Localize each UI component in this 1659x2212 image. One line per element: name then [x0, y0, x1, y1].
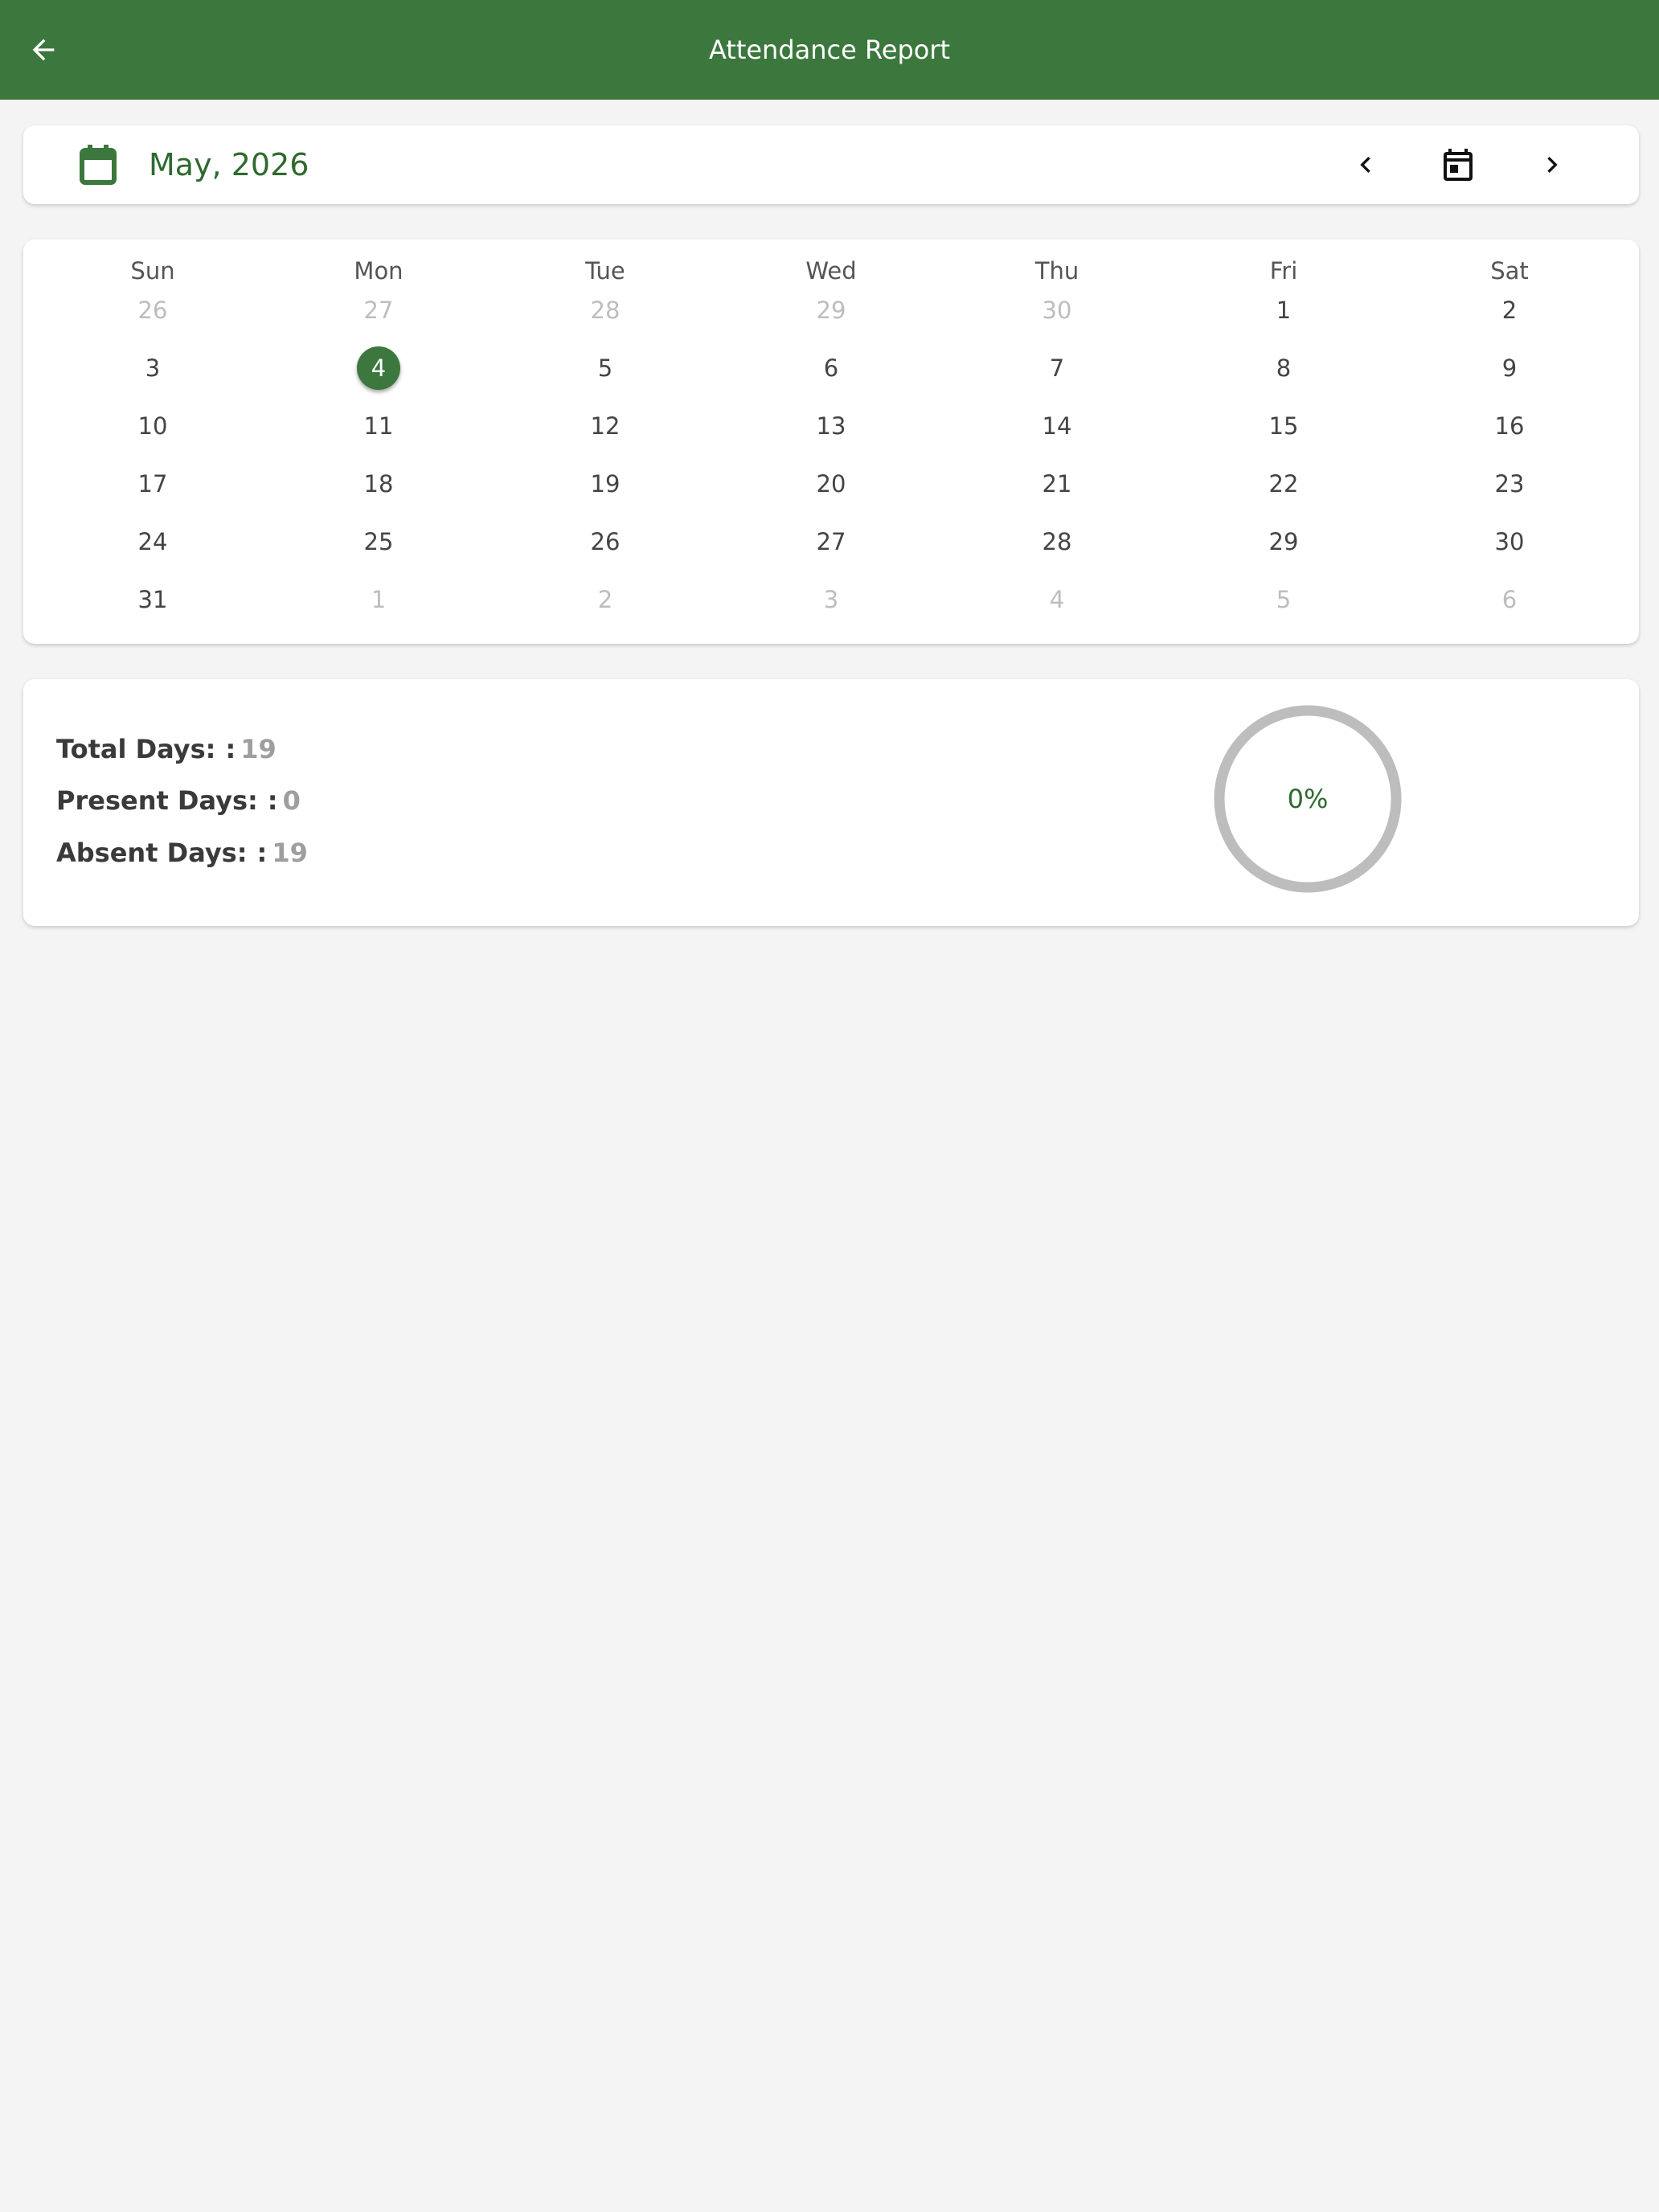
- attendance-summary: Total Days::19 Present Days::0 Absent Da…: [23, 679, 1639, 926]
- calendar-day[interactable]: 22: [1262, 462, 1305, 506]
- progress-percent: 0%: [1288, 784, 1329, 814]
- calendar-day[interactable]: 15: [1262, 404, 1305, 448]
- calendar-day[interactable]: 30: [1035, 289, 1079, 332]
- calendar-day[interactable]: 1: [357, 578, 400, 621]
- calendar-day[interactable]: 4: [1035, 578, 1079, 621]
- arrow-left-icon: [32, 39, 55, 61]
- absent-days-label: Absent Days:: [56, 838, 248, 868]
- calendar-day[interactable]: 21: [1035, 462, 1079, 506]
- weekday-header: Fri: [1269, 257, 1298, 285]
- next-month-button[interactable]: [1528, 141, 1576, 189]
- calendar-day[interactable]: 13: [809, 404, 853, 448]
- calendar-day[interactable]: 10: [131, 404, 174, 448]
- weekday-header: Thu: [1034, 257, 1079, 285]
- calendar-day[interactable]: 3: [809, 578, 853, 621]
- calendar-day[interactable]: 27: [357, 289, 400, 332]
- calendar-day[interactable]: 3: [131, 346, 174, 390]
- present-days-value: 0: [282, 785, 301, 816]
- calendar-day[interactable]: 2: [584, 578, 627, 621]
- back-button[interactable]: [18, 24, 69, 76]
- calendar-day[interactable]: 6: [1488, 578, 1531, 621]
- total-days-value: 19: [240, 734, 276, 764]
- calendar-day[interactable]: 12: [584, 404, 627, 448]
- previous-month-button[interactable]: [1342, 141, 1390, 189]
- calendar-day[interactable]: 28: [584, 289, 627, 332]
- page-title: Attendance Report: [708, 35, 951, 65]
- present-days-separator: :: [267, 785, 278, 816]
- weekday-header: Tue: [585, 257, 625, 285]
- calendar-day[interactable]: 17: [131, 462, 174, 506]
- calendar-icon[interactable]: [80, 145, 117, 185]
- app-bar: Attendance Report: [0, 0, 1659, 100]
- calendar-day[interactable]: 20: [809, 462, 853, 506]
- weekday-header: Sat: [1490, 257, 1529, 285]
- calendar-day[interactable]: 7: [1035, 346, 1079, 390]
- calendar-day[interactable]: 29: [809, 289, 853, 332]
- calendar-day[interactable]: 8: [1262, 346, 1305, 390]
- calendar-day[interactable]: 24: [131, 520, 174, 563]
- calendar-day[interactable]: 5: [1262, 578, 1305, 621]
- calendar-day[interactable]: 26: [584, 520, 627, 563]
- present-days-row: Present Days::0: [56, 785, 301, 816]
- absent-days-separator: :: [256, 838, 268, 868]
- weekday-header: Sun: [130, 257, 175, 285]
- month-selector: May, 2026: [23, 125, 1639, 204]
- calendar-day[interactable]: 30: [1488, 520, 1531, 563]
- calendar-grid: Sun Mon Tue Wed Thu Fri Sat 26 27 28 29 30 1 2 3 4 5 6 7 8 9…: [23, 240, 1639, 644]
- calendar-day[interactable]: 2: [1488, 289, 1531, 332]
- month-label[interactable]: May, 2026: [149, 145, 309, 185]
- attendance-progress-ring: 0%: [1214, 705, 1402, 893]
- chevron-left-icon: [1360, 157, 1370, 173]
- calendar-day-selected[interactable]: 4: [357, 346, 400, 390]
- calendar-day[interactable]: 27: [809, 520, 853, 563]
- calendar-day[interactable]: 9: [1488, 346, 1531, 390]
- calendar-day[interactable]: 11: [357, 404, 400, 448]
- absent-days-value: 19: [272, 838, 308, 868]
- calendar-day[interactable]: 1: [1262, 289, 1305, 332]
- total-days-separator: :: [225, 734, 236, 764]
- weekday-header: Wed: [805, 257, 857, 285]
- calendar-day[interactable]: 29: [1262, 520, 1305, 563]
- calendar-day[interactable]: 26: [131, 289, 174, 332]
- calendar-day[interactable]: 25: [357, 520, 400, 563]
- calendar-day[interactable]: 23: [1488, 462, 1531, 506]
- present-days-label: Present Days:: [56, 785, 258, 816]
- total-days-label: Total Days:: [56, 734, 216, 764]
- calendar-day[interactable]: 5: [584, 346, 627, 390]
- calendar-today-icon: [1444, 149, 1473, 181]
- calendar-day[interactable]: 16: [1488, 404, 1531, 448]
- calendar-day[interactable]: 6: [809, 346, 853, 390]
- calendar-day[interactable]: 14: [1035, 404, 1079, 448]
- calendar-day[interactable]: 18: [357, 462, 400, 506]
- today-button[interactable]: [1434, 141, 1482, 189]
- total-days-row: Total Days::19: [56, 734, 276, 764]
- absent-days-row: Absent Days::19: [56, 838, 308, 868]
- chevron-right-icon: [1547, 157, 1558, 173]
- calendar-day[interactable]: 31: [131, 578, 174, 621]
- calendar-day[interactable]: 28: [1035, 520, 1079, 563]
- weekday-header: Mon: [354, 257, 403, 285]
- calendar-day[interactable]: 19: [584, 462, 627, 506]
